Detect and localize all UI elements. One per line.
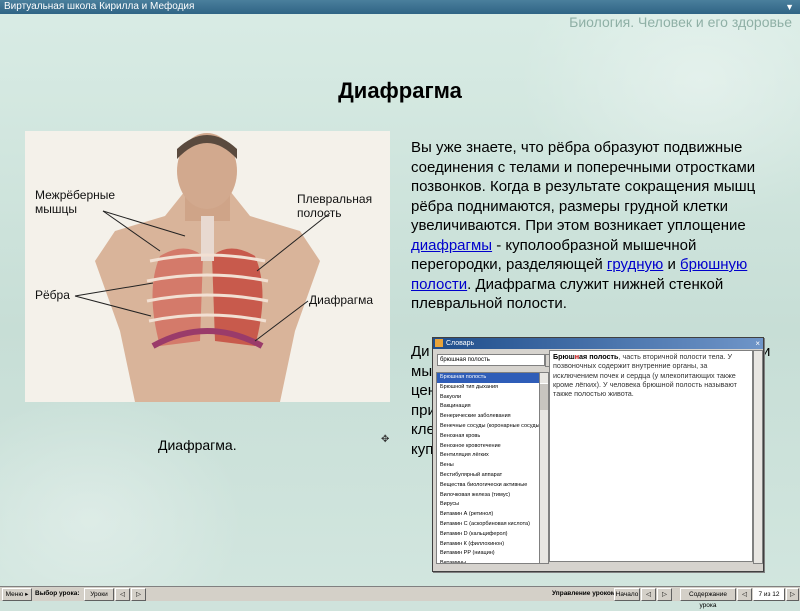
dictionary-term-item[interactable]: Вакуоли — [437, 393, 541, 403]
page-indicator: 7 из 12 — [753, 588, 785, 601]
dictionary-term-item[interactable]: Витамин К (филлохинон) — [437, 540, 541, 550]
back-icon[interactable]: ◁ — [737, 588, 752, 601]
dictionary-window[interactable]: Словарь × брюшная полость ▸ Брюшная поло… — [432, 337, 764, 572]
label-ribs: Рёбра — [35, 288, 70, 302]
dictionary-term-item[interactable]: Витамин А (ретинол) — [437, 510, 541, 520]
paragraph-text: и — [663, 256, 681, 273]
illustration-caption: Диафрагма. — [158, 437, 237, 453]
dictionary-term-item[interactable]: Венозное кровотечение — [437, 442, 541, 452]
forward-icon[interactable]: ▷ — [786, 588, 799, 601]
minimize-icon[interactable]: ▼ — [785, 0, 794, 14]
lesson-select-label: Выбор урока: — [35, 590, 80, 597]
definition-scrollbar[interactable] — [753, 350, 763, 564]
dictionary-term-item[interactable]: Вестибулярный аппарат — [437, 471, 541, 481]
dictionary-icon — [435, 339, 443, 347]
lesson-contents-button[interactable]: Содержание урока — [680, 588, 736, 609]
dictionary-term-item[interactable]: Витамин D (кальциферол) — [437, 530, 541, 540]
course-subject: Биология. Человек и его здоровье — [569, 14, 792, 30]
term-list-scrollbar[interactable] — [539, 372, 549, 564]
window-title: Виртуальная школа Кирилла и Мефодия — [4, 1, 195, 12]
dictionary-term-item[interactable]: Витамин РР (ниацин) — [437, 549, 541, 559]
close-icon[interactable]: × — [755, 338, 760, 349]
definition-term: Брюшная полость — [553, 352, 619, 361]
diaphragm-illustration: Межрёберные мышцы Плевральная полость Рёбр… — [25, 131, 390, 402]
dictionary-term-item[interactable]: Вены — [437, 461, 541, 471]
page-title: Диафрагма — [338, 78, 462, 103]
label-pleural: Плевральная полость — [297, 192, 372, 220]
forward-icon[interactable]: ▷ — [657, 588, 672, 601]
window-titlebar: Виртуальная школа Кирилла и Мефодия ▼ — [0, 0, 800, 14]
dictionary-definition: Брюшная полость, часть вторичной полости… — [549, 350, 753, 562]
dictionary-term-item[interactable]: Витамин С (аскорбиновая кислота) — [437, 520, 541, 530]
scrollbar-thumb[interactable] — [540, 383, 548, 410]
dictionary-term-item[interactable]: Вещества биологически активные — [437, 481, 541, 491]
dictionary-term-item[interactable]: Витамины — [437, 559, 541, 563]
dictionary-term-item[interactable]: Вирусы — [437, 500, 541, 510]
bottom-toolbar: Меню ▸ Выбор урока: Уроки ◁ ▷ Управление… — [0, 586, 800, 609]
dictionary-term-item[interactable]: Венерические заболевания — [437, 412, 541, 422]
dictionary-term-item[interactable]: Венозная кровь — [437, 432, 541, 442]
forward-icon[interactable]: ▷ — [131, 588, 146, 601]
lessons-button[interactable]: Уроки — [84, 588, 114, 601]
label-diaphragm: Диафрагма — [309, 293, 373, 307]
torso-image: Межрёберные мышцы Плевральная полость Рёбр… — [35, 133, 373, 402]
menu-button[interactable]: Меню ▸ — [2, 588, 32, 601]
dictionary-title: Словарь — [446, 340, 475, 347]
back-icon[interactable]: ◁ — [641, 588, 656, 601]
link-diaphragm[interactable]: диафрагмы — [411, 237, 492, 254]
dictionary-term-list[interactable]: Брюшная полость Брюшной тип дыхания Вакуол… — [436, 372, 542, 564]
dictionary-term-item[interactable]: Вакцинация — [437, 402, 541, 412]
link-thoracic[interactable]: грудную — [607, 256, 663, 273]
back-icon[interactable]: ◁ — [115, 588, 130, 601]
dictionary-titlebar[interactable]: Словарь × — [433, 338, 763, 349]
move-cursor-icon: ✥ — [381, 434, 390, 445]
dictionary-term-item[interactable]: Вентиляция лёгких — [437, 451, 541, 461]
paragraph-text: Вы уже знаете, что рёбра образуют подвиж… — [411, 139, 756, 234]
dictionary-term-item[interactable]: Вилочковая железа (тимус) — [437, 491, 541, 501]
dictionary-term-item[interactable]: Брюшной тип дыхания — [437, 383, 541, 393]
start-button[interactable]: Начало — [614, 588, 640, 601]
dictionary-search-input[interactable]: брюшная полость — [437, 354, 545, 366]
lesson-control-label: Управление уроком: — [552, 590, 618, 597]
dictionary-term-item[interactable]: Брюшная полость — [437, 373, 541, 383]
dictionary-term-item[interactable]: Венечные сосуды (коронарные сосуды) — [437, 422, 541, 432]
menu-arrow-icon: ▸ — [25, 591, 29, 598]
main-paragraph: Вы уже знаете, что рёбра образуют подвиж… — [411, 138, 789, 314]
